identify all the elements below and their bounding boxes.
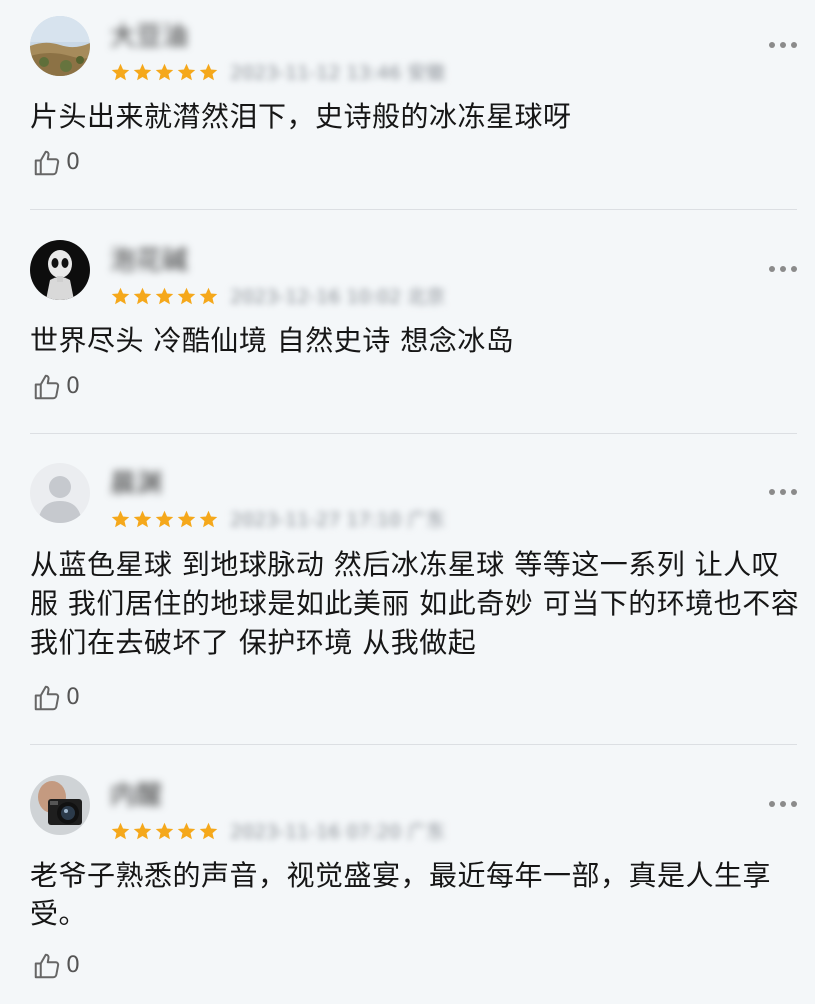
star-icon — [111, 510, 130, 528]
like-count: 0 — [66, 953, 80, 978]
avatar[interactable] — [30, 240, 90, 300]
review-item: 晨渊 2023-11-27 17:10 广东 从蓝色星球 到地球脉动 然后冰冻星… — [0, 447, 815, 745]
divider — [30, 209, 797, 210]
like-button[interactable]: 0 — [32, 951, 80, 981]
star-icon — [133, 510, 152, 528]
review-content: 老爷子熟悉的声音，视觉盛宴，最近每年一部，真是人生享受。 — [30, 859, 772, 930]
more-dots-icon[interactable] — [769, 42, 797, 48]
review-content: 世界尽头 冷酷仙境 自然史诗 想念冰岛 — [30, 324, 515, 357]
review-list: 大豆油 2023-11-12 13:46 安徽 片头出来就潸然泪下，史诗般的冰冻… — [0, 0, 815, 1004]
review-meta: 2023-12-16 10:02 北京 — [230, 286, 446, 308]
username[interactable]: 大豆油 — [110, 22, 188, 52]
star-icon — [133, 287, 152, 305]
review-meta: 2023-11-16 07:20 广东 — [230, 821, 446, 843]
rating-stars — [110, 821, 219, 842]
star-icon — [199, 63, 218, 81]
star-icon — [111, 63, 130, 81]
like-button[interactable]: 0 — [32, 148, 80, 178]
star-icon — [111, 287, 130, 305]
star-icon — [155, 287, 174, 305]
divider — [30, 744, 797, 745]
star-icon — [199, 287, 218, 305]
review-content: 片头出来就潸然泪下，史诗般的冰冻星球呀 — [30, 100, 572, 133]
review-item: 大豆油 2023-11-12 13:46 安徽 片头出来就潸然泪下，史诗般的冰冻… — [0, 0, 815, 210]
divider — [30, 433, 797, 434]
like-button[interactable]: 0 — [32, 683, 80, 713]
star-icon — [177, 822, 196, 840]
star-icon — [177, 63, 196, 81]
rating-stars — [110, 62, 219, 83]
like-count: 0 — [66, 685, 80, 710]
avatar[interactable] — [30, 775, 90, 835]
more-dots-icon[interactable] — [769, 489, 797, 495]
star-icon — [133, 822, 152, 840]
review-content: 从蓝色星球 到地球脉动 然后冰冻星球 等等这一系列 让人叹服 我们居住的地球是如… — [30, 548, 800, 659]
review-meta: 2023-11-27 17:10 广东 — [230, 509, 446, 531]
avatar[interactable] — [30, 16, 90, 76]
star-icon — [133, 63, 152, 81]
thumbs-up-icon — [34, 374, 60, 400]
rating-stars — [110, 286, 219, 307]
username[interactable]: 泡花碱 — [110, 246, 188, 276]
thumbs-up-icon — [34, 953, 60, 979]
like-button[interactable]: 0 — [32, 372, 80, 402]
avatar[interactable] — [30, 463, 90, 523]
review-item: 泡花碱 2023-12-16 10:02 北京 世界尽头 冷酷仙境 自然史诗 想… — [0, 224, 815, 434]
thumbs-up-icon — [34, 150, 60, 176]
star-icon — [199, 822, 218, 840]
review-meta: 2023-11-12 13:46 安徽 — [230, 62, 446, 84]
rating-stars — [110, 509, 219, 530]
star-icon — [177, 287, 196, 305]
star-icon — [155, 63, 174, 81]
star-icon — [199, 510, 218, 528]
more-dots-icon[interactable] — [769, 801, 797, 807]
star-icon — [111, 822, 130, 840]
username[interactable]: 晨渊 — [110, 469, 162, 499]
like-count: 0 — [66, 150, 80, 175]
like-count: 0 — [66, 374, 80, 399]
star-icon — [177, 510, 196, 528]
review-item: 内醒 2023-11-16 07:20 广东 老爷子熟悉的声音，视觉盛宴，最近每… — [0, 759, 815, 1004]
username[interactable]: 内醒 — [110, 781, 162, 811]
star-icon — [155, 510, 174, 528]
more-dots-icon[interactable] — [769, 266, 797, 272]
star-icon — [155, 822, 174, 840]
thumbs-up-icon — [34, 685, 60, 711]
